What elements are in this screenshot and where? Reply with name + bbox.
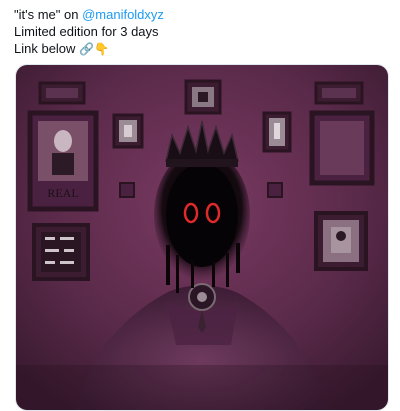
tweet-text: "it's me" on @manifoldxyz Limited editio… (14, 6, 164, 58)
frame-tiny-right (267, 182, 283, 198)
pointing-down-emoji-icon: 👇 (94, 42, 109, 56)
frame-top-center (184, 79, 222, 115)
tweet-line-2: Limited edition for 3 days (14, 24, 159, 39)
tweet-line-1: "it's me" on @manifoldxyz (14, 6, 164, 23)
frame-real: REAL (27, 110, 99, 212)
frame-lower-right (314, 211, 368, 271)
frame-large-right (309, 110, 375, 186)
mention-link[interactable]: @manifoldxyz (82, 7, 164, 22)
frame-tiny-left (119, 182, 135, 198)
artwork-illustration: REAL (16, 65, 388, 410)
frame-small-right (262, 111, 292, 153)
tweet-line-3-text: Link below (14, 41, 80, 56)
frame-lower-left (32, 223, 90, 281)
frame-top-left (38, 81, 86, 105)
tweet-quote-text: "it's me" on (14, 7, 83, 22)
frame-top-right (314, 81, 364, 105)
frame-small-left (112, 113, 144, 149)
link-emoji-icon: 🔗 (79, 42, 94, 56)
tweet-line-3: Link below 🔗👇 (14, 40, 164, 58)
bottom-vignette (16, 365, 388, 410)
frame-real-label: REAL (47, 186, 78, 200)
tweet-media-image[interactable]: REAL (15, 64, 389, 411)
